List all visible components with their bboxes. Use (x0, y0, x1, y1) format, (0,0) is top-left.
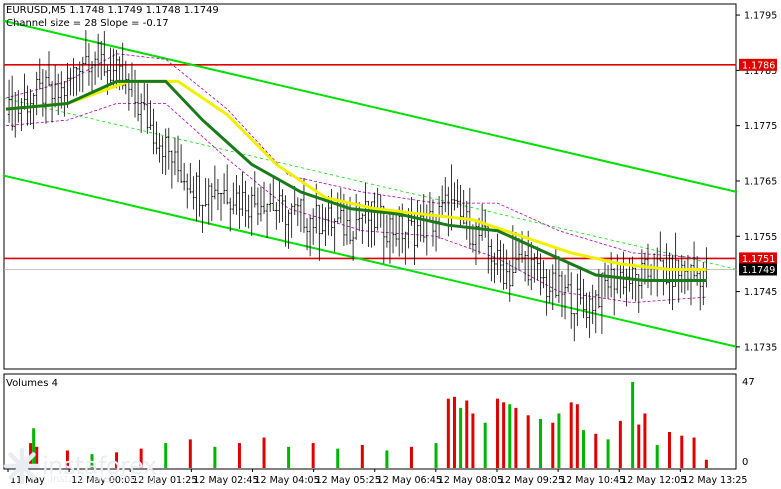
volume-bar (551, 422, 555, 468)
volume-bar (213, 446, 217, 468)
volume-bar (667, 431, 671, 468)
volume-scale-max: 47 (742, 377, 755, 388)
price-tick-label: 1.1775 (744, 121, 777, 132)
volume-bar (188, 439, 192, 468)
symbol-info: EURUSD,M5 1.1748 1.1749 1.1748 1.1749 (6, 5, 219, 16)
time-tick-label: 12 May 04:05 (254, 475, 319, 486)
price-tick-label: 1.1765 (744, 176, 777, 187)
chart-canvas[interactable]: 1.17951.17851.17751.17651.17551.17451.17… (0, 0, 781, 489)
price-tag-label-1: 1.1751 (742, 254, 775, 265)
volume-panel-title: Volumes 4 (6, 378, 58, 389)
volume-bar (336, 448, 340, 468)
volume-bar (538, 419, 542, 468)
volume-bar (409, 446, 413, 468)
indicator-info: Channel size = 28 Slope = -0.17 (6, 18, 169, 29)
instaforex-watermark: instaforex Instant Forex Trading (2, 444, 180, 488)
price-tick-label: 1.1735 (744, 342, 777, 353)
volume-bar (557, 413, 561, 468)
time-tick-label: 12 May 13:25 (682, 475, 747, 486)
price-tag-label-0: 1.1786 (742, 60, 775, 71)
volume-bar (655, 444, 659, 468)
time-tick-label: 12 May 12:05 (621, 475, 686, 486)
volume-bar (495, 398, 499, 468)
volume-bar (446, 398, 450, 468)
volume-bar (704, 459, 708, 468)
channel-lower-line (2, 174, 738, 348)
volume-bar (434, 443, 438, 468)
time-tick-label: 12 May 08:05 (438, 475, 503, 486)
price-tick-label: 1.1755 (744, 232, 777, 243)
volume-bar (502, 402, 506, 468)
volume-bar (637, 424, 641, 468)
volume-bar (465, 400, 469, 468)
volume-bar (360, 444, 364, 468)
price-tick-label: 1.1795 (744, 11, 777, 22)
volume-bar (594, 433, 598, 468)
volume-bar (643, 413, 647, 468)
time-tick-label: 12 May 02:45 (193, 475, 258, 486)
volume-bar (514, 407, 518, 468)
volume-scale-min: 0 (742, 457, 749, 468)
watermark-tagline: Instant Forex Trading (50, 474, 156, 485)
volume-bar (471, 413, 475, 468)
volume-bar (459, 407, 463, 468)
ma-fast-line (5, 79, 707, 271)
ma-slow-line (5, 79, 707, 282)
volume-bar (385, 450, 389, 468)
volume-bar (262, 437, 266, 468)
time-tick-label: 12 May 10:45 (560, 475, 625, 486)
volume-bar (569, 402, 573, 468)
time-tick-label: 12 May 06:45 (377, 475, 442, 486)
volume-bar (237, 443, 241, 468)
volume-bar (287, 446, 291, 468)
time-tick-label: 12 May 09:25 (499, 475, 564, 486)
volume-bar (508, 404, 512, 468)
volume-bar (692, 437, 696, 468)
instaforex-logo-icon (3, 447, 41, 485)
volume-bar (483, 422, 487, 468)
price-tag-label-2: 1.1749 (742, 265, 775, 276)
volume-bar (526, 415, 530, 468)
volume-bar (311, 443, 315, 468)
channel-middle-line (2, 97, 738, 270)
volume-bar (581, 430, 585, 468)
volume-bar (618, 420, 622, 468)
time-tick-label: 12 May 05:25 (316, 475, 381, 486)
volume-bar (606, 439, 610, 468)
volume-bar (680, 435, 684, 468)
volume-bar (575, 404, 579, 468)
channel-upper-line (2, 19, 738, 194)
volume-bar (631, 382, 635, 468)
price-tick-label: 1.1745 (744, 287, 777, 298)
volume-bar (452, 396, 456, 468)
